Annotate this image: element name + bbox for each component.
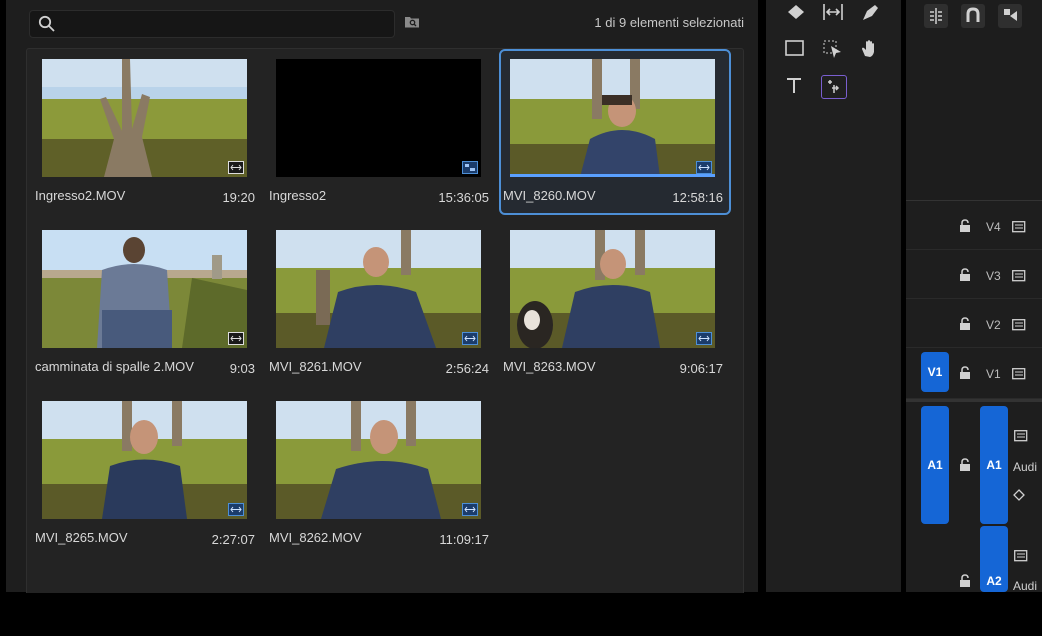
clip-duration: 9:03 — [229, 361, 255, 376]
slip-tool-icon[interactable] — [821, 2, 845, 24]
lock-icon[interactable] — [958, 219, 972, 233]
keyframe-icon[interactable] — [1013, 488, 1027, 502]
track-name: V1 — [986, 367, 1001, 381]
video-clip-icon — [228, 161, 244, 174]
track-a1[interactable]: A1 A1 Audi — [906, 399, 1042, 527]
clip-thumbnail — [42, 401, 247, 519]
search-input[interactable] — [29, 10, 395, 38]
lock-icon[interactable] — [958, 268, 972, 282]
clip-item-selected[interactable]: MVI_8260.MOV 12:58:16 — [499, 49, 731, 215]
target-track-a2[interactable]: A2 — [980, 526, 1008, 592]
clip-thumbnail — [42, 230, 247, 348]
track-v1[interactable]: V1 V1 — [906, 348, 1042, 399]
toggle-output-icon[interactable] — [1012, 221, 1026, 233]
toggle-output-icon[interactable] — [1012, 319, 1026, 331]
track-output-icon[interactable] — [1014, 430, 1028, 442]
clip-item[interactable]: MVI_8261.MOV 2:56:24 — [267, 222, 495, 384]
clip-item[interactable]: MVI_8263.MOV 9:06:17 — [501, 222, 729, 384]
playback-progress-bar — [510, 174, 715, 177]
track-v3[interactable]: V3 — [906, 250, 1042, 299]
clip-thumbnail — [276, 230, 481, 348]
toggle-output-icon[interactable] — [1012, 368, 1026, 380]
remix-tool-icon[interactable] — [821, 75, 847, 99]
target-track-a1[interactable]: A1 — [980, 406, 1008, 524]
clip-thumbnail — [510, 230, 715, 348]
clip-name: MVI_8261.MOV — [269, 359, 362, 374]
clip-name: MVI_8262.MOV — [269, 530, 362, 545]
track-select-tool-icon[interactable] — [821, 38, 845, 60]
timeline-header — [906, 0, 1042, 201]
ripple-edit-tool-icon[interactable] — [784, 2, 808, 24]
type-tool-icon[interactable] — [784, 75, 808, 97]
linked-selection-icon[interactable] — [998, 4, 1022, 28]
lock-icon[interactable] — [958, 317, 972, 331]
clip-duration: 15:36:05 — [438, 190, 489, 205]
selection-status: 1 di 9 elementi selezionati — [594, 15, 744, 30]
track-v4[interactable]: V4 — [906, 201, 1042, 250]
clip-duration: 12:58:16 — [672, 190, 723, 205]
snap-magnet-icon[interactable] — [961, 4, 985, 28]
lock-icon[interactable] — [958, 458, 972, 472]
source-patch-a1[interactable]: A1 — [921, 406, 949, 524]
track-name: V3 — [986, 269, 1001, 283]
clip-name: MVI_8260.MOV — [503, 188, 596, 203]
source-patch-v1[interactable]: V1 — [921, 352, 949, 392]
clip-duration: 2:27:07 — [211, 532, 255, 547]
tools-panel — [766, 0, 901, 592]
clip-thumbnail — [276, 59, 481, 177]
clip-duration: 9:06:17 — [679, 361, 723, 376]
video-clip-icon — [462, 503, 478, 516]
audio-track-label: Audi — [1013, 579, 1038, 593]
new-search-bin-icon[interactable] — [404, 13, 420, 29]
lock-icon[interactable] — [958, 574, 972, 588]
pen-tool-icon[interactable] — [858, 2, 882, 24]
clip-item[interactable]: Ingresso2.MOV 19:20 — [33, 51, 261, 213]
sequence-icon — [462, 161, 478, 174]
clip-item[interactable]: camminata di spalle 2.MOV 9:03 — [33, 222, 261, 384]
clip-name: Ingresso2 — [269, 188, 327, 203]
clip-name: MVI_8265.MOV — [35, 530, 128, 545]
video-clip-icon — [228, 503, 244, 516]
lock-icon[interactable] — [958, 366, 972, 380]
rectangle-tool-icon[interactable] — [784, 38, 808, 60]
track-name: V4 — [986, 220, 1001, 234]
video-clip-icon — [696, 332, 712, 345]
track-name: V2 — [986, 318, 1001, 332]
hand-tool-icon[interactable] — [858, 38, 882, 60]
clip-duration: 2:56:24 — [445, 361, 489, 376]
clip-grid: Ingresso2.MOV 19:20 Ingresso2 15:36:05 M… — [26, 48, 744, 593]
video-clip-icon — [462, 332, 478, 345]
track-v2[interactable]: V2 — [906, 299, 1042, 348]
clip-thumbnail — [42, 59, 247, 177]
insert-nest-icon[interactable] — [924, 4, 948, 28]
video-clip-icon — [228, 332, 244, 345]
clip-item[interactable]: MVI_8262.MOV 11:09:17 — [267, 393, 495, 555]
toggle-output-icon[interactable] — [1012, 270, 1026, 282]
clip-duration: 11:09:17 — [439, 532, 489, 547]
clip-duration: 19:20 — [222, 190, 255, 205]
video-clip-icon — [696, 161, 712, 174]
search-icon — [38, 15, 55, 32]
audio-track-label: Audi — [1013, 460, 1038, 474]
clip-name: camminata di spalle 2.MOV — [35, 359, 194, 374]
clip-item[interactable]: Ingresso2 15:36:05 — [267, 51, 495, 213]
track-a2[interactable]: A2 Audi — [906, 524, 1042, 593]
clip-name: Ingresso2.MOV — [35, 188, 126, 203]
clip-item[interactable]: MVI_8265.MOV 2:27:07 — [33, 393, 261, 555]
clip-thumbnail — [510, 59, 715, 177]
timeline-panel: V4 V3 V2 V1 V1 A1 A1 Audi A2 Audi — [906, 0, 1042, 593]
clip-thumbnail — [276, 401, 481, 519]
track-output-icon[interactable] — [1014, 550, 1028, 562]
clip-name: MVI_8263.MOV — [503, 359, 596, 374]
project-panel: 1 di 9 elementi selezionati Ingresso2.MO… — [6, 0, 758, 593]
